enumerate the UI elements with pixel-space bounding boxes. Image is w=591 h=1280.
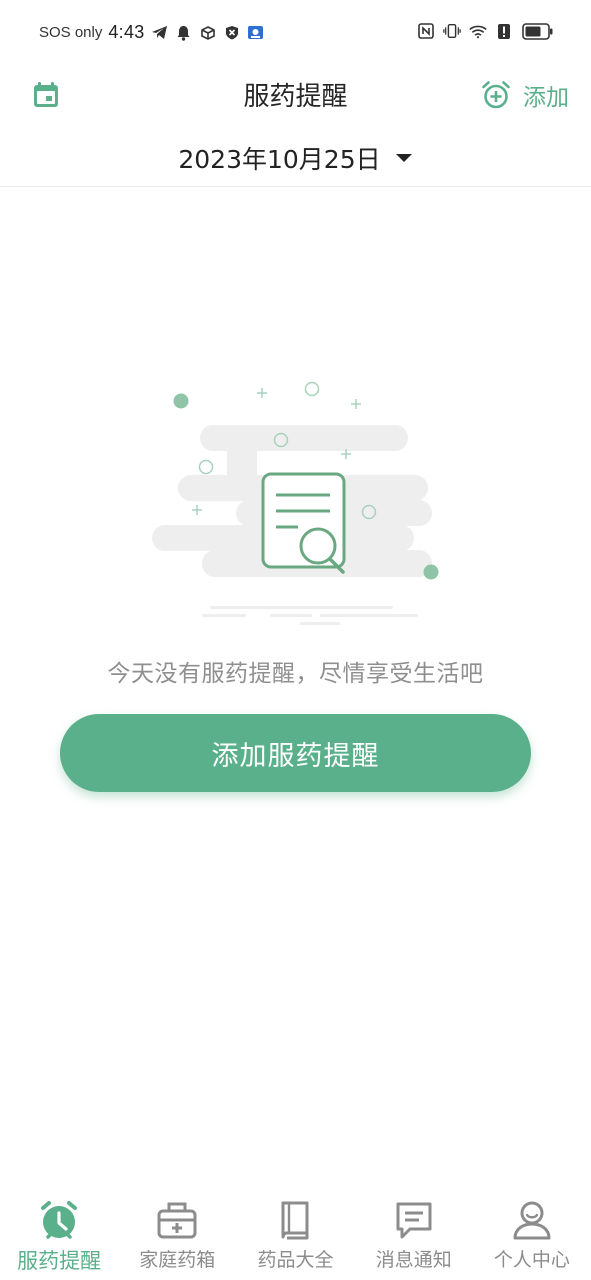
empty-state-message: 今天没有服药提醒，尽情享受生活吧: [107, 661, 484, 687]
add-label: 添加: [523, 85, 569, 111]
status-bar-left: SOS only 4:43: [39, 22, 265, 43]
alert-icon: [495, 22, 513, 40]
vibrate-icon: [443, 22, 461, 40]
status-bar-right: [417, 22, 553, 40]
status-bar: SOS only 4:43: [0, 0, 591, 66]
box-icon: [199, 24, 217, 42]
date-selector[interactable]: 2023年10月25日: [0, 132, 591, 184]
bell-icon: [175, 24, 193, 42]
alarm-clock-icon: [37, 1198, 81, 1242]
carrier-text: SOS only: [39, 24, 103, 41]
nav-label-reminder: 服药提醒: [17, 1249, 102, 1273]
header-divider: [0, 186, 591, 187]
selected-date: 2023年10月25日: [178, 145, 381, 174]
nav-item-drug-library[interactable]: 药品大全: [236, 1190, 354, 1280]
nav-label-messages: 消息通知: [375, 1249, 452, 1271]
nav-label-drug-library: 药品大全: [257, 1249, 334, 1271]
caret-down-icon: [395, 153, 413, 163]
person-icon: [510, 1198, 554, 1242]
medicine-box-icon: [155, 1198, 199, 1242]
clock-text: 4:43: [108, 22, 145, 42]
app-header: 服药提醒 添加: [0, 66, 591, 124]
wifi-icon: [469, 22, 487, 40]
nav-item-medicine-box[interactable]: 家庭药箱: [118, 1190, 236, 1280]
bottom-nav: 服药提醒 家庭药箱 药品大全 消息通知 个人中心: [0, 1190, 591, 1280]
nav-item-profile[interactable]: 个人中心: [473, 1190, 591, 1280]
nav-item-messages[interactable]: 消息通知: [355, 1190, 473, 1280]
empty-state-illustration: [150, 378, 442, 634]
vpn-icon: [247, 24, 265, 42]
shield-icon: [223, 24, 241, 42]
nav-item-reminder[interactable]: 服药提醒: [0, 1190, 118, 1280]
nfc-icon: [417, 22, 435, 40]
nav-label-profile: 个人中心: [493, 1249, 570, 1271]
alarm-add-icon: [481, 80, 511, 110]
add-reminder-button[interactable]: 添加服药提醒: [60, 714, 531, 792]
message-icon: [392, 1198, 436, 1242]
battery-icon: [521, 22, 553, 40]
add-button[interactable]: 添加: [481, 78, 569, 112]
nav-label-medicine-box: 家庭药箱: [139, 1249, 216, 1271]
telegram-icon: [151, 24, 169, 42]
book-icon: [274, 1198, 318, 1242]
